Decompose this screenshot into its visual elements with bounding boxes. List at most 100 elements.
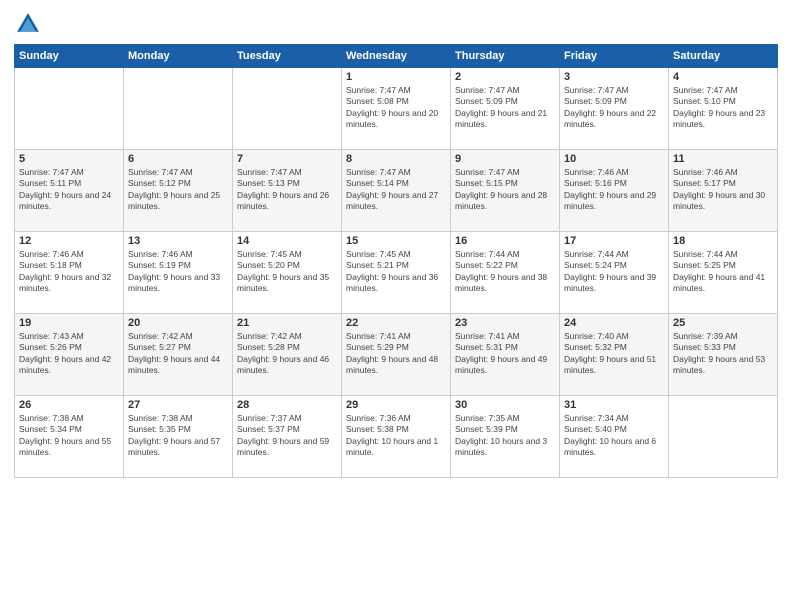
calendar-cell: 17 Sunrise: 7:44 AM Sunset: 5:24 PM Dayli…	[560, 232, 669, 314]
day-number: 17	[564, 235, 664, 247]
calendar-header-row: SundayMondayTuesdayWednesdayThursdayFrid…	[15, 45, 778, 68]
day-number: 13	[128, 235, 228, 247]
day-info: Sunrise: 7:47 AM Sunset: 5:10 PM Dayligh…	[673, 85, 773, 131]
calendar-cell: 4 Sunrise: 7:47 AM Sunset: 5:10 PM Daylig…	[669, 68, 778, 150]
day-number: 10	[564, 153, 664, 165]
day-info: Sunrise: 7:46 AM Sunset: 5:18 PM Dayligh…	[19, 249, 119, 295]
calendar-cell: 7 Sunrise: 7:47 AM Sunset: 5:13 PM Daylig…	[233, 150, 342, 232]
header-friday: Friday	[560, 45, 669, 68]
calendar-week-4: 19 Sunrise: 7:43 AM Sunset: 5:26 PM Dayli…	[15, 314, 778, 396]
calendar-cell: 6 Sunrise: 7:47 AM Sunset: 5:12 PM Daylig…	[124, 150, 233, 232]
day-number: 26	[19, 399, 119, 411]
calendar-cell: 22Sunrise: 7:41 AM Sunset: 5:29 PM Dayli…	[342, 314, 451, 396]
day-number: 9	[455, 153, 555, 165]
calendar-cell: 10 Sunrise: 7:46 AM Sunset: 5:16 PM Dayli…	[560, 150, 669, 232]
day-number: 24	[564, 317, 664, 329]
day-number: 28	[237, 399, 337, 411]
calendar-cell: 24Sunrise: 7:40 AM Sunset: 5:32 PM Dayli…	[560, 314, 669, 396]
calendar-cell: 20 Sunrise: 7:42 AM Sunset: 5:27 PM Dayli…	[124, 314, 233, 396]
calendar-cell: 19 Sunrise: 7:43 AM Sunset: 5:26 PM Dayli…	[15, 314, 124, 396]
calendar-cell: 15 Sunrise: 7:45 AM Sunset: 5:21 PM Dayli…	[342, 232, 451, 314]
calendar-cell: 13Sunrise: 7:46 AM Sunset: 5:19 PM Dayli…	[124, 232, 233, 314]
calendar-cell: 16 Sunrise: 7:44 AM Sunset: 5:22 PM Dayli…	[451, 232, 560, 314]
day-number: 6	[128, 153, 228, 165]
day-info: Sunrise: 7:47 AM Sunset: 5:12 PM Dayligh…	[128, 167, 228, 213]
day-info: Sunrise: 7:47 AM Sunset: 5:09 PM Dayligh…	[564, 85, 664, 131]
calendar-cell: 26 Sunrise: 7:38 AM Sunset: 5:34 PM Dayli…	[15, 396, 124, 478]
calendar-cell: 2Sunrise: 7:47 AM Sunset: 5:09 PM Daylig…	[451, 68, 560, 150]
day-info: Sunrise: 7:44 AM Sunset: 5:24 PM Dayligh…	[564, 249, 664, 295]
day-info: Sunrise: 7:36 AM Sunset: 5:38 PM Dayligh…	[346, 413, 446, 459]
day-number: 5	[19, 153, 119, 165]
calendar-week-1: 1Sunrise: 7:47 AM Sunset: 5:08 PM Daylig…	[15, 68, 778, 150]
header-saturday: Saturday	[669, 45, 778, 68]
calendar-cell: 23 Sunrise: 7:41 AM Sunset: 5:31 PM Dayli…	[451, 314, 560, 396]
day-info: Sunrise: 7:38 AM Sunset: 5:34 PM Dayligh…	[19, 413, 119, 459]
day-number: 27	[128, 399, 228, 411]
day-info: Sunrise: 7:37 AM Sunset: 5:37 PM Dayligh…	[237, 413, 337, 459]
calendar-cell: 14Sunrise: 7:45 AM Sunset: 5:20 PM Dayli…	[233, 232, 342, 314]
calendar-cell: 8Sunrise: 7:47 AM Sunset: 5:14 PM Daylig…	[342, 150, 451, 232]
day-number: 30	[455, 399, 555, 411]
day-info: Sunrise: 7:47 AM Sunset: 5:11 PM Dayligh…	[19, 167, 119, 213]
calendar-cell: 28 Sunrise: 7:37 AM Sunset: 5:37 PM Dayli…	[233, 396, 342, 478]
calendar-cell	[669, 396, 778, 478]
day-info: Sunrise: 7:41 AM Sunset: 5:31 PM Dayligh…	[455, 331, 555, 377]
day-number: 16	[455, 235, 555, 247]
day-number: 19	[19, 317, 119, 329]
day-info: Sunrise: 7:34 AM Sunset: 5:40 PM Dayligh…	[564, 413, 664, 459]
header-thursday: Thursday	[451, 45, 560, 68]
calendar-week-3: 12 Sunrise: 7:46 AM Sunset: 5:18 PM Dayli…	[15, 232, 778, 314]
day-number: 29	[346, 399, 446, 411]
day-number: 31	[564, 399, 664, 411]
calendar-cell: 5 Sunrise: 7:47 AM Sunset: 5:11 PM Daylig…	[15, 150, 124, 232]
header-tuesday: Tuesday	[233, 45, 342, 68]
day-info: Sunrise: 7:42 AM Sunset: 5:27 PM Dayligh…	[128, 331, 228, 377]
day-number: 21	[237, 317, 337, 329]
calendar-cell: 25 Sunrise: 7:39 AM Sunset: 5:33 PM Dayli…	[669, 314, 778, 396]
calendar-cell: 29 Sunrise: 7:36 AM Sunset: 5:38 PM Dayli…	[342, 396, 451, 478]
logo-icon	[14, 10, 42, 38]
page-header	[14, 10, 778, 38]
header-sunday: Sunday	[15, 45, 124, 68]
day-info: Sunrise: 7:39 AM Sunset: 5:33 PM Dayligh…	[673, 331, 773, 377]
calendar: SundayMondayTuesdayWednesdayThursdayFrid…	[14, 44, 778, 478]
day-info: Sunrise: 7:44 AM Sunset: 5:25 PM Dayligh…	[673, 249, 773, 295]
header-wednesday: Wednesday	[342, 45, 451, 68]
day-number: 2	[455, 71, 555, 83]
calendar-cell: 21 Sunrise: 7:42 AM Sunset: 5:28 PM Dayli…	[233, 314, 342, 396]
logo	[14, 10, 46, 38]
calendar-cell	[124, 68, 233, 150]
day-info: Sunrise: 7:35 AM Sunset: 5:39 PM Dayligh…	[455, 413, 555, 459]
day-number: 11	[673, 153, 773, 165]
calendar-cell: 3 Sunrise: 7:47 AM Sunset: 5:09 PM Daylig…	[560, 68, 669, 150]
day-number: 3	[564, 71, 664, 83]
day-number: 4	[673, 71, 773, 83]
day-number: 15	[346, 235, 446, 247]
day-info: Sunrise: 7:44 AM Sunset: 5:22 PM Dayligh…	[455, 249, 555, 295]
day-number: 23	[455, 317, 555, 329]
day-info: Sunrise: 7:45 AM Sunset: 5:21 PM Dayligh…	[346, 249, 446, 295]
day-info: Sunrise: 7:42 AM Sunset: 5:28 PM Dayligh…	[237, 331, 337, 377]
day-info: Sunrise: 7:47 AM Sunset: 5:13 PM Dayligh…	[237, 167, 337, 213]
calendar-cell	[233, 68, 342, 150]
calendar-week-2: 5 Sunrise: 7:47 AM Sunset: 5:11 PM Daylig…	[15, 150, 778, 232]
calendar-cell: 30 Sunrise: 7:35 AM Sunset: 5:39 PM Dayli…	[451, 396, 560, 478]
day-info: Sunrise: 7:47 AM Sunset: 5:15 PM Dayligh…	[455, 167, 555, 213]
day-info: Sunrise: 7:47 AM Sunset: 5:08 PM Dayligh…	[346, 85, 446, 131]
day-info: Sunrise: 7:38 AM Sunset: 5:35 PM Dayligh…	[128, 413, 228, 459]
day-number: 12	[19, 235, 119, 247]
calendar-cell: 18 Sunrise: 7:44 AM Sunset: 5:25 PM Dayli…	[669, 232, 778, 314]
day-number: 18	[673, 235, 773, 247]
day-number: 7	[237, 153, 337, 165]
header-monday: Monday	[124, 45, 233, 68]
calendar-week-5: 26 Sunrise: 7:38 AM Sunset: 5:34 PM Dayli…	[15, 396, 778, 478]
day-info: Sunrise: 7:46 AM Sunset: 5:16 PM Dayligh…	[564, 167, 664, 213]
day-number: 25	[673, 317, 773, 329]
calendar-cell: 11Sunrise: 7:46 AM Sunset: 5:17 PM Dayli…	[669, 150, 778, 232]
day-info: Sunrise: 7:43 AM Sunset: 5:26 PM Dayligh…	[19, 331, 119, 377]
day-number: 20	[128, 317, 228, 329]
calendar-cell: 1Sunrise: 7:47 AM Sunset: 5:08 PM Daylig…	[342, 68, 451, 150]
calendar-cell: 9 Sunrise: 7:47 AM Sunset: 5:15 PM Daylig…	[451, 150, 560, 232]
calendar-cell: 27 Sunrise: 7:38 AM Sunset: 5:35 PM Dayli…	[124, 396, 233, 478]
